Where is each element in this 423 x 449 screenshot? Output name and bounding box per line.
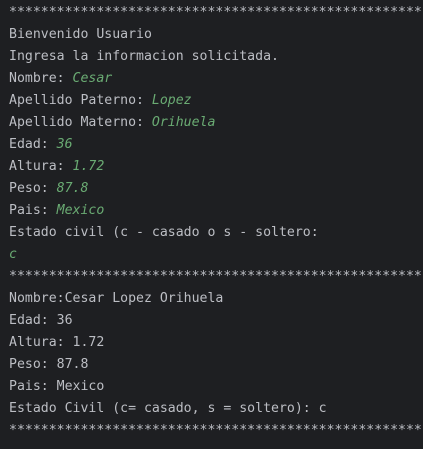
console-line: ****************************************…: [9, 420, 423, 442]
console-line: c: [9, 244, 423, 266]
output-text: Estado Civil (c= casado, s = soltero): c: [9, 401, 327, 416]
output-text: Altura: 1.72: [9, 335, 105, 350]
output-text: Estado civil (c - casado o s - soltero:: [9, 225, 319, 240]
user-input: c: [9, 247, 17, 262]
console-line: Peso: 87.8: [9, 354, 423, 376]
output-text: Apellido Paterno:: [9, 93, 152, 108]
console-line: Ingresa la informacion solicitada.: [9, 46, 423, 68]
output-text: Apellido Materno:: [9, 115, 152, 130]
console-line: Estado civil (c - casado o s - soltero:: [9, 222, 423, 244]
output-text: Pais:: [9, 203, 57, 218]
user-input: Mexico: [56, 203, 105, 218]
user-input: 36: [56, 137, 73, 152]
console-line: ****************************************…: [9, 266, 423, 288]
console-line: Bienvenido Usuario: [9, 24, 423, 46]
output-text: Pais: Mexico: [9, 379, 105, 394]
output-text: ****************************************…: [9, 269, 422, 284]
user-input: Lopez: [151, 93, 192, 108]
output-text: Nombre:: [9, 71, 73, 86]
output-text: Edad: 36: [9, 313, 73, 328]
output-text: Ingresa la informacion solicitada.: [9, 49, 279, 64]
user-input: Cesar: [72, 71, 113, 86]
console-line: Pais: Mexico: [9, 376, 423, 398]
output-text: Bienvenido Usuario: [9, 27, 152, 42]
console-line: Estado Civil (c= casado, s = soltero): c: [9, 398, 423, 420]
console-line: Altura: 1.72: [9, 156, 423, 178]
output-text: Edad:: [9, 137, 57, 152]
console-line: Peso: 87.8: [9, 178, 423, 200]
user-input: 1.72: [72, 159, 105, 174]
console-line: Apellido Materno: Orihuela: [9, 112, 423, 134]
output-text: Altura:: [9, 159, 73, 174]
output-text: Peso:: [9, 181, 57, 196]
user-input: 87.8: [56, 181, 89, 196]
console-line: Altura: 1.72: [9, 332, 423, 354]
console-line: Apellido Paterno: Lopez: [9, 90, 423, 112]
console-line: ****************************************…: [9, 2, 423, 24]
console-line: Pais: Mexico: [9, 200, 423, 222]
output-text: Peso: 87.8: [9, 357, 89, 372]
output-text: ****************************************…: [9, 423, 422, 438]
console-line: Nombre:Cesar Lopez Orihuela: [9, 288, 423, 310]
output-text: Nombre:Cesar Lopez Orihuela: [9, 291, 224, 306]
console-line: Edad: 36: [9, 310, 423, 332]
console-line: Edad: 36: [9, 134, 423, 156]
user-input: Orihuela: [151, 115, 216, 130]
console-line: Nombre: Cesar: [9, 68, 423, 90]
output-text: ****************************************…: [9, 5, 422, 20]
console-output[interactable]: ****************************************…: [0, 0, 423, 449]
